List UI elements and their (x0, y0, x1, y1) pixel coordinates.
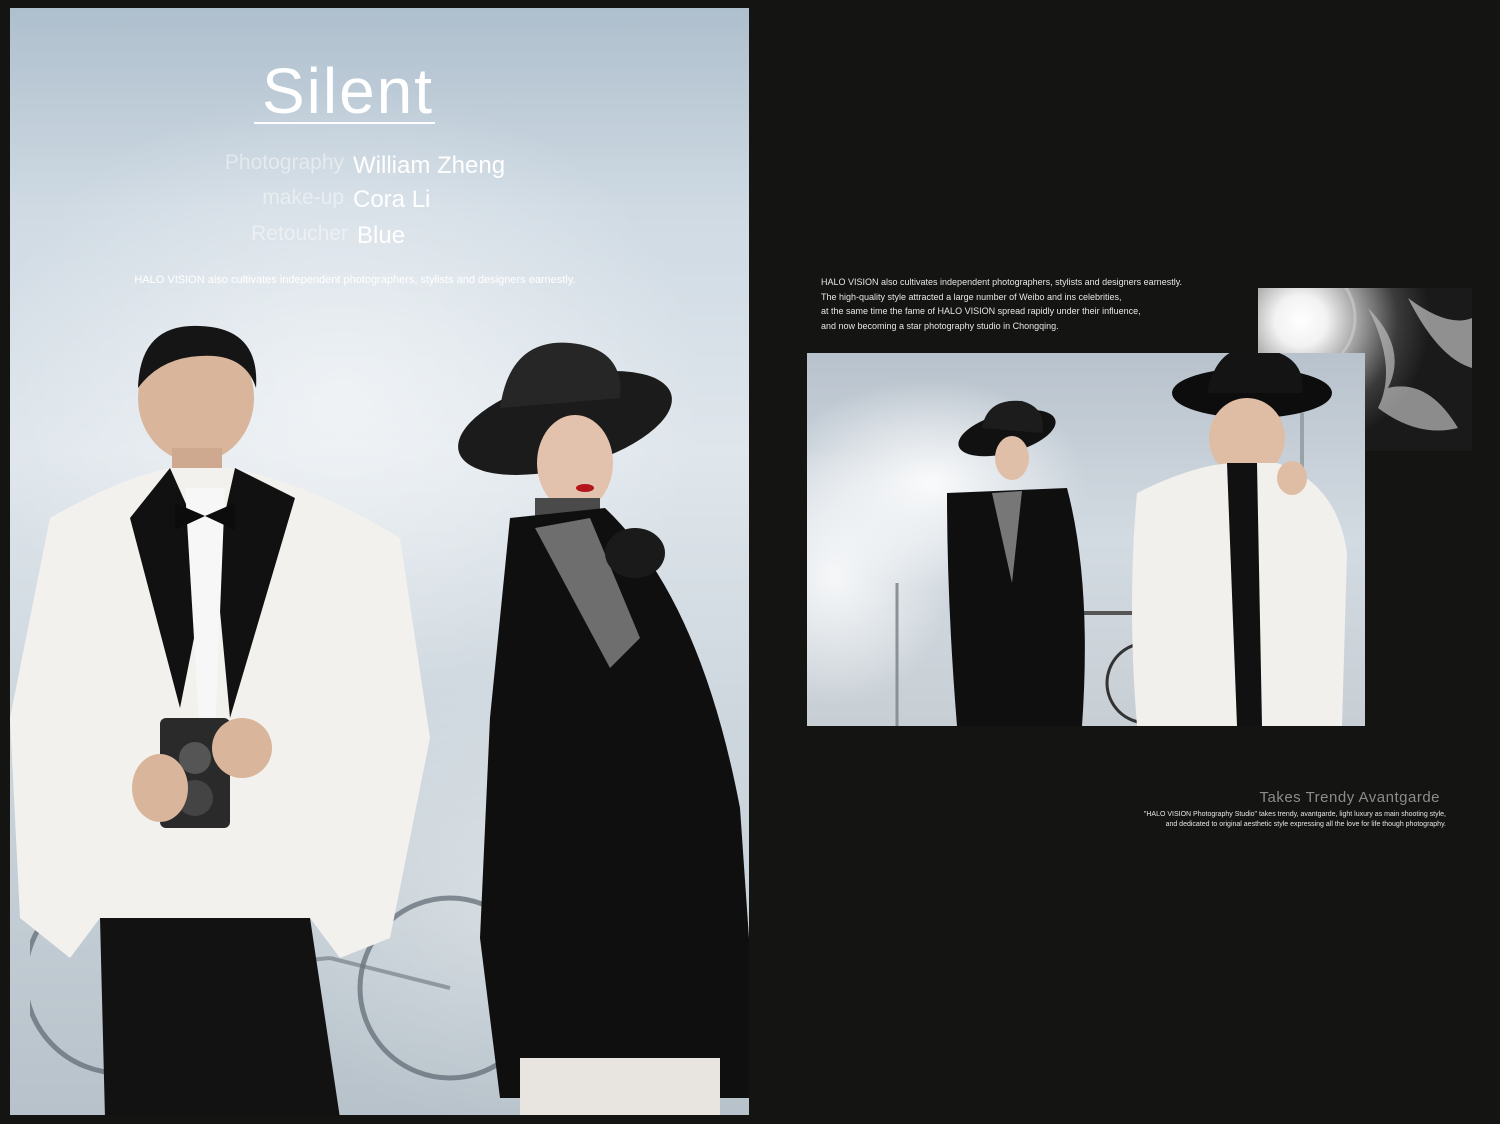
story-line: HALO VISION also cultivates independent … (821, 277, 1183, 287)
feature-caption-line: and dedicated to original aesthetic styl… (1165, 821, 1446, 828)
story-line: and now becoming a star photography stud… (821, 320, 1059, 331)
couple-illustration (895, 353, 1347, 726)
poster-title: Silent (261, 55, 435, 127)
credit-role-makeup: make-up (262, 186, 344, 209)
man-figure (10, 325, 430, 1115)
poster-photo: Silent Photography William Zheng make-up… (10, 8, 749, 1115)
feature-caption: "HALO VISION Photography Studio" takes t… (1040, 810, 1446, 830)
credit-role-photography: Photography (224, 151, 344, 174)
story-paragraph: HALO VISION also cultivates independent … (821, 275, 1241, 333)
title-underline (254, 122, 435, 124)
credit-role-retoucher: Retoucher (251, 222, 348, 245)
credit-name-makeup: Cora Li (353, 186, 431, 213)
couple-photo (807, 353, 1365, 726)
credit-name-retoucher: Blue (357, 222, 406, 249)
poster-tagline: HALO VISION also cultivates independent … (134, 274, 576, 286)
woman-figure (458, 342, 749, 1115)
credit-name-photography: William Zheng (353, 152, 506, 179)
feature-caption-line: "HALO VISION Photography Studio" takes t… (1143, 811, 1446, 818)
story-line: at the same time the fame of HALO VISION… (821, 306, 1141, 317)
feature-heading: Takes Trendy Avantgarde (1259, 789, 1440, 806)
story-line: The high-quality style attracted a large… (821, 291, 1122, 302)
